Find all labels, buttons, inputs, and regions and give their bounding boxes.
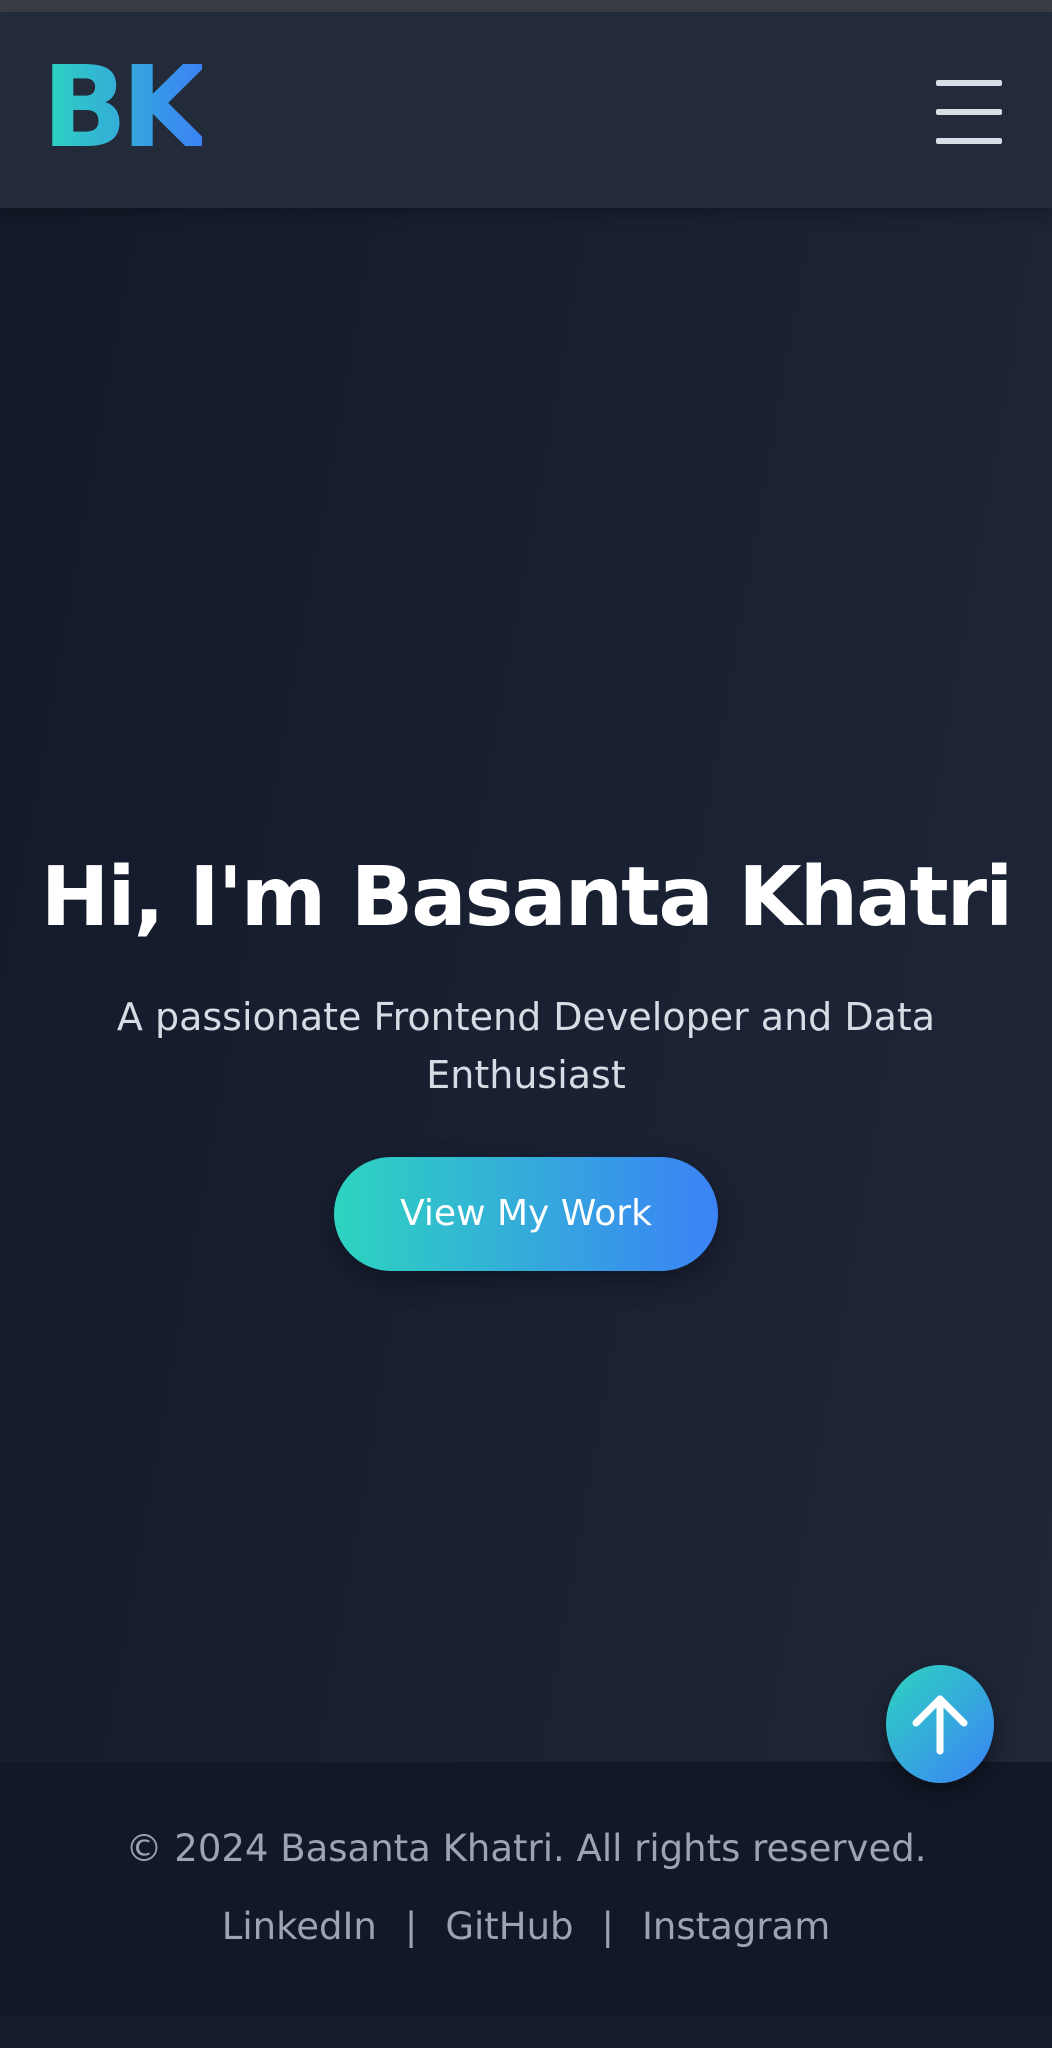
view-my-work-button[interactable]: View My Work — [334, 1157, 718, 1271]
github-link[interactable]: GitHub — [445, 1905, 573, 1948]
site-footer: © 2024 Basanta Khatri. All rights reserv… — [0, 1762, 1052, 2016]
site-header: BK — [0, 12, 1052, 208]
hero-title: Hi, I'm Basanta Khatri — [40, 850, 1013, 945]
browser-status-strip — [0, 0, 1052, 12]
arrow-up-icon — [912, 1695, 968, 1755]
social-links: LinkedIn | GitHub | Instagram — [0, 1902, 1052, 1952]
copyright-text: © 2024 Basanta Khatri. All rights reserv… — [125, 1827, 927, 1870]
scroll-to-top-button[interactable] — [886, 1665, 994, 1783]
portfolio-page: BK Hi, I'm Basanta Khatri A passionate F… — [0, 0, 1052, 2048]
link-separator: | — [404, 1905, 418, 1948]
hamburger-menu-icon[interactable] — [930, 74, 1006, 150]
linkedin-link[interactable]: LinkedIn — [222, 1905, 377, 1948]
menu-bar-top — [936, 80, 1002, 86]
bottom-strip — [0, 2016, 1052, 2048]
site-logo[interactable]: BK — [42, 52, 208, 164]
link-separator: | — [601, 1905, 614, 1948]
menu-bar-bottom — [936, 138, 1002, 144]
hero-section: Hi, I'm Basanta Khatri A passionate Fron… — [0, 208, 1052, 1762]
menu-bar-middle — [936, 109, 1002, 115]
hero-subtitle: A passionate Frontend Developer and Data… — [116, 995, 936, 1097]
instagram-link[interactable]: Instagram — [642, 1905, 830, 1948]
